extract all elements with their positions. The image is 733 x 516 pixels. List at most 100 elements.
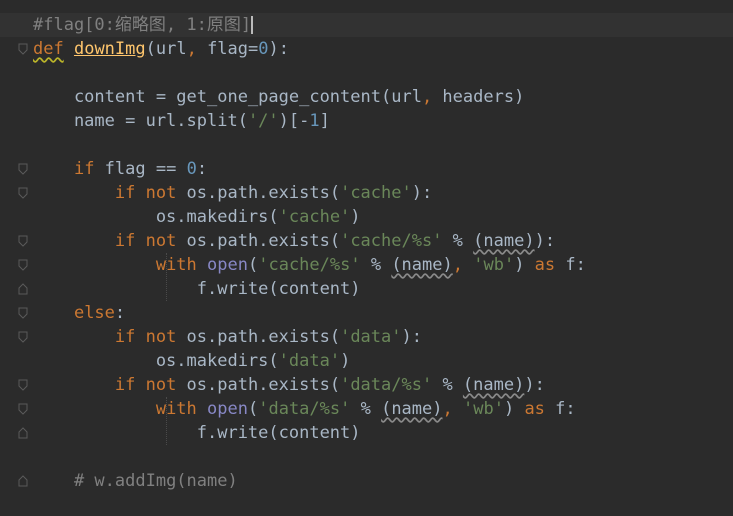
code-token: os.path.exists( (176, 327, 341, 347)
fold-marker-icon[interactable] (18, 331, 28, 343)
fold-marker-icon[interactable] (18, 475, 28, 487)
code-token: 'data' (278, 351, 341, 371)
code-line[interactable]: f.write(content) (0, 277, 733, 301)
code-text: content = get_one_page_content(url, head… (33, 85, 524, 109)
code-token: '/' (247, 111, 279, 131)
code-token: 1 (309, 111, 320, 131)
code-token: ) (350, 207, 361, 227)
code-token: ): (411, 183, 433, 203)
fold-marker-icon[interactable] (18, 187, 28, 199)
code-token: % (432, 375, 463, 395)
code-token: ): (401, 327, 422, 347)
fold-marker-icon[interactable] (18, 379, 28, 391)
code-token: if not (114, 375, 177, 395)
code-line[interactable]: if not os.path.exists('data'): (0, 325, 733, 349)
code-line[interactable]: os.makedirs('data') (0, 349, 733, 373)
code-text: # w.addImg(name) (33, 469, 238, 493)
code-token: if not (114, 327, 177, 347)
code-token: def (33, 39, 64, 59)
code-token: 'wb' (473, 255, 515, 275)
code-line[interactable]: f.write(content) (0, 421, 733, 445)
code-token: downImg (73, 39, 146, 59)
code-line[interactable] (0, 133, 733, 157)
code-token: os.path.exists( (176, 375, 341, 395)
code-token: ( (247, 255, 259, 275)
code-token: % (360, 255, 392, 275)
text-caret (251, 16, 254, 34)
code-line[interactable]: if not os.path.exists('cache/%s' % (name… (0, 229, 733, 253)
code-line[interactable] (0, 445, 733, 469)
code-token: os.makedirs( (33, 351, 279, 371)
code-token: , (442, 399, 453, 419)
code-text: else: (33, 301, 125, 325)
code-token: : (114, 303, 126, 323)
code-line[interactable]: #flag[0:缩略图, 1:原图] (0, 13, 733, 37)
code-line[interactable]: if not os.path.exists('cache'): (0, 181, 733, 205)
code-text: with open('data/%s' % (name), 'wb') as f… (33, 397, 576, 421)
code-line[interactable]: def downImg(url, flag=0): (0, 37, 733, 61)
code-token: ) (514, 255, 535, 275)
code-token: #flag[0:缩略图, 1:原图] (33, 15, 252, 35)
code-line[interactable]: with open('cache/%s' % (name), 'wb') as … (0, 253, 733, 277)
code-editor[interactable]: #flag[0:缩略图, 1:原图] def downImg(url, flag=… (0, 0, 733, 516)
code-line[interactable]: # w.addImg(name) (0, 469, 733, 493)
code-token: , (186, 39, 197, 59)
code-token: 'wb' (463, 399, 504, 419)
code-token: 'cache' (278, 207, 351, 227)
code-token: ): (524, 375, 545, 395)
code-line[interactable] (0, 61, 733, 85)
code-line[interactable]: content = get_one_page_content(url, head… (0, 85, 733, 109)
code-token: 'cache' (340, 183, 412, 203)
fold-marker-icon[interactable] (18, 43, 28, 55)
code-line[interactable]: name = url.split('/')[-1] (0, 109, 733, 133)
code-text: if not os.path.exists('cache/%s' % (name… (33, 229, 555, 253)
fold-marker-icon[interactable] (18, 163, 28, 175)
code-token: as (524, 399, 545, 419)
code-token: ): (268, 39, 289, 59)
code-token: , (452, 255, 463, 275)
code-text: if flag == 0: (33, 157, 207, 181)
code-line[interactable]: os.makedirs('cache') (0, 205, 733, 229)
code-token: with (155, 399, 197, 419)
fold-marker-icon[interactable] (18, 283, 28, 295)
code-line[interactable]: if flag == 0: (0, 157, 733, 181)
fold-marker-icon[interactable] (18, 403, 28, 415)
code-token: )[- (278, 111, 310, 131)
code-line[interactable]: else: (0, 301, 733, 325)
code-token: os.path.exists( (176, 231, 341, 251)
fold-marker-icon[interactable] (18, 307, 28, 319)
code-token: with (155, 255, 197, 275)
code-token: , (421, 87, 433, 107)
code-token: (name) (391, 255, 453, 275)
code-line[interactable]: with open('data/%s' % (name), 'wb') as f… (0, 397, 733, 421)
code-token: if not (114, 231, 177, 251)
code-text: name = url.split('/')[-1] (33, 109, 330, 133)
code-token: open (207, 399, 248, 419)
code-token: ( (247, 399, 259, 419)
fold-marker-icon[interactable] (18, 259, 28, 271)
indent-guide (166, 397, 168, 445)
code-token: 'cache/%s' (340, 231, 443, 251)
code-token: ] (319, 111, 330, 131)
code-line[interactable]: if not os.path.exists('data/%s' % (name)… (0, 373, 733, 397)
fold-marker-icon[interactable] (18, 235, 28, 247)
code-text: if not os.path.exists('data'): (33, 325, 422, 349)
code-token: os.path.exists( (176, 183, 341, 203)
fold-marker-icon[interactable] (18, 427, 28, 439)
code-token: f.write(content) (33, 279, 361, 299)
code-token: 'data' (340, 327, 402, 347)
code-token: 'data/%s' (258, 399, 351, 419)
code-token: f.write(content) (33, 423, 361, 443)
code-text: f.write(content) (33, 277, 361, 301)
code-token: 'cache/%s' (258, 255, 361, 275)
code-token: % (442, 231, 474, 251)
